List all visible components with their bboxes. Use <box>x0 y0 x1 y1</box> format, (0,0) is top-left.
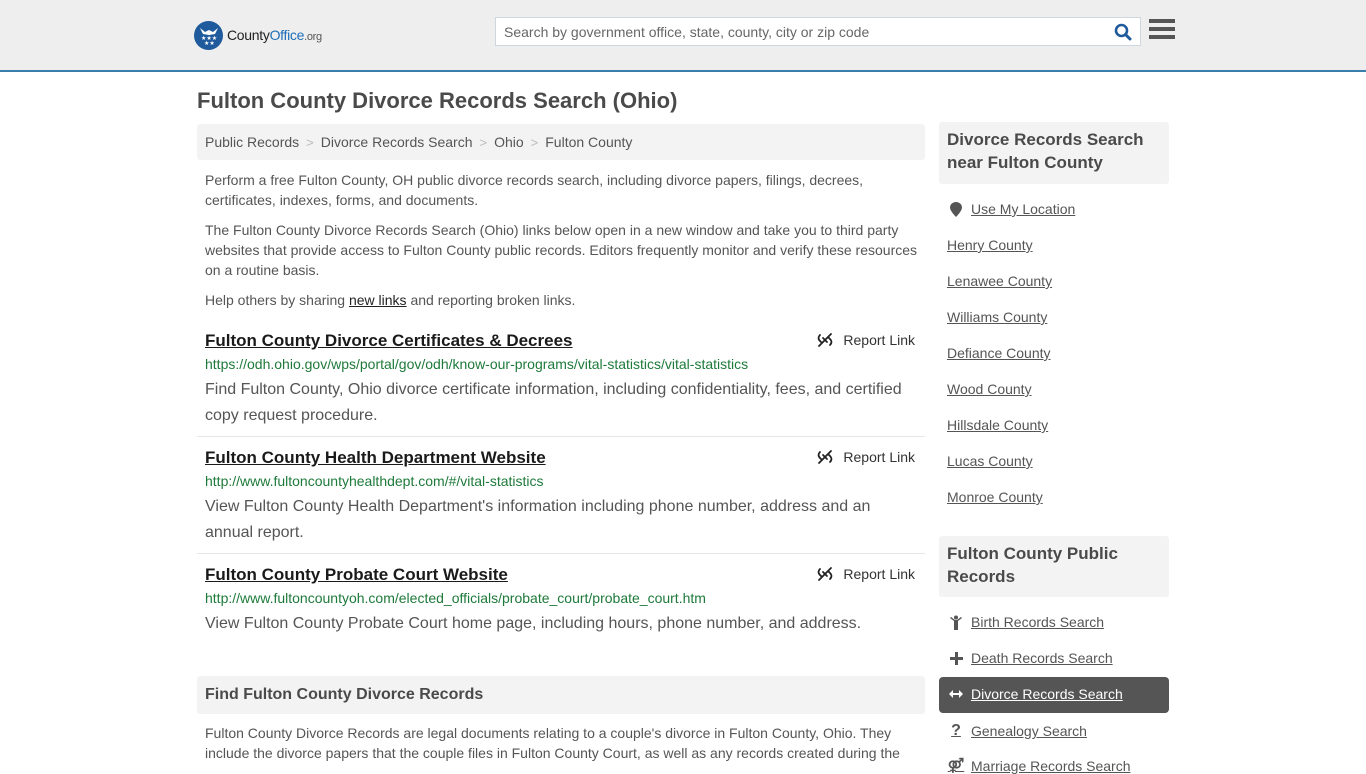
site-logo[interactable]: ★★★ ★★ CountyOffice.org <box>194 20 322 50</box>
search-icon <box>1114 23 1132 40</box>
sidebar-nearby-lenawee[interactable]: Lenawee County <box>947 273 1052 289</box>
breadcrumb-separator: > <box>479 134 488 150</box>
breadcrumb-public-records[interactable]: Public Records <box>205 134 299 150</box>
result-description: Find Fulton County, Ohio divorce certifi… <box>205 381 902 424</box>
sidebar-nearby-hillsdale[interactable]: Hillsdale County <box>947 417 1048 433</box>
divider <box>197 553 925 554</box>
sidebar-nearby-monroe[interactable]: Monroe County <box>947 489 1043 505</box>
result-description: View Fulton County Health Department's i… <box>205 498 871 541</box>
breadcrumb-divorce-records-search[interactable]: Divorce Records Search <box>321 134 473 150</box>
find-records-body: Fulton County Divorce Records are legal … <box>205 725 900 761</box>
report-link-button[interactable]: Report Link <box>817 449 915 465</box>
sidebar-nearby-wood[interactable]: Wood County <box>947 381 1032 397</box>
sidebar-nearby-lucas[interactable]: Lucas County <box>947 453 1033 469</box>
page-title: Fulton County Divorce Records Search (Oh… <box>197 88 678 113</box>
report-link-button[interactable]: Report Link <box>817 566 915 582</box>
search-button[interactable] <box>1106 18 1140 45</box>
use-my-location-link[interactable]: Use My Location <box>947 201 1075 217</box>
sidebar-divorce-records[interactable]: Divorce Records Search <box>947 686 1123 702</box>
breadcrumb-separator: > <box>530 134 539 150</box>
sidebar-genealogy-search[interactable]: ? Genealogy Search <box>947 722 1087 740</box>
breadcrumb: Public Records > Divorce Records Search … <box>197 124 925 160</box>
site-header: ★★★ ★★ CountyOffice.org <box>0 0 1366 72</box>
sidebar-birth-records[interactable]: Birth Records Search <box>947 614 1104 630</box>
result-item: Fulton County Health Department Website … <box>197 448 925 548</box>
intro-paragraph-1: Perform a free Fulton County, OH public … <box>205 172 864 208</box>
sidebar-death-records[interactable]: Death Records Search <box>947 650 1113 666</box>
sidebar-marriage-records[interactable]: ⚤ Marriage Records Search <box>947 757 1131 774</box>
hamburger-menu-icon[interactable] <box>1149 19 1175 43</box>
search-input[interactable] <box>496 18 1106 45</box>
sidebar-public-records-heading: Fulton County Public Records <box>939 536 1169 597</box>
result-title-link[interactable]: Fulton County Probate Court Website <box>205 565 508 585</box>
sidebar-nearby-henry[interactable]: Henry County <box>947 237 1033 253</box>
arrows-h-icon <box>947 689 965 699</box>
broken-link-icon <box>818 450 833 464</box>
marriage-icon: ⚤ <box>947 757 965 773</box>
result-url: http://www.fultoncountyhealthdept.com/#/… <box>205 473 544 489</box>
result-title-link[interactable]: Fulton County Divorce Certificates & Dec… <box>205 331 572 351</box>
child-icon <box>947 615 965 630</box>
result-description: View Fulton County Probate Court home pa… <box>205 615 862 632</box>
search-box <box>495 17 1141 46</box>
svg-text:★★: ★★ <box>204 40 215 45</box>
map-marker-icon <box>947 201 965 217</box>
divider <box>197 436 925 437</box>
intro-paragraph-2: The Fulton County Divorce Records Search… <box>205 222 918 278</box>
intro-text: Perform a free Fulton County, OH public … <box>205 170 921 320</box>
broken-link-icon <box>818 567 833 581</box>
new-links-link[interactable]: new links <box>349 292 407 308</box>
question-icon: ? <box>951 722 961 739</box>
intro-paragraph-3: Help others by sharing new links and rep… <box>205 292 576 308</box>
broken-link-icon <box>818 333 833 347</box>
breadcrumb-ohio[interactable]: Ohio <box>494 134 524 150</box>
breadcrumb-separator: > <box>306 134 314 150</box>
sidebar-nearby-williams[interactable]: Williams County <box>947 309 1047 325</box>
plus-icon <box>947 651 965 665</box>
sidebar-nearby-heading: Divorce Records Search near Fulton Count… <box>939 122 1169 184</box>
sidebar-nearby-defiance[interactable]: Defiance County <box>947 345 1051 361</box>
result-item: Fulton County Divorce Certificates & Dec… <box>197 331 925 431</box>
breadcrumb-fulton-county[interactable]: Fulton County <box>545 134 632 150</box>
result-url: http://www.fultoncountyoh.com/elected_of… <box>205 590 706 606</box>
find-records-heading: Find Fulton County Divorce Records <box>197 676 925 714</box>
result-item: Fulton County Probate Court Website Repo… <box>197 565 925 645</box>
logo-eagle-icon: ★★★ ★★ <box>194 20 223 50</box>
logo-text: CountyOffice.org <box>227 27 322 43</box>
result-url: https://odh.ohio.gov/wps/portal/gov/odh/… <box>205 356 749 372</box>
result-title-link[interactable]: Fulton County Health Department Website <box>205 448 546 468</box>
report-link-button[interactable]: Report Link <box>817 332 915 348</box>
